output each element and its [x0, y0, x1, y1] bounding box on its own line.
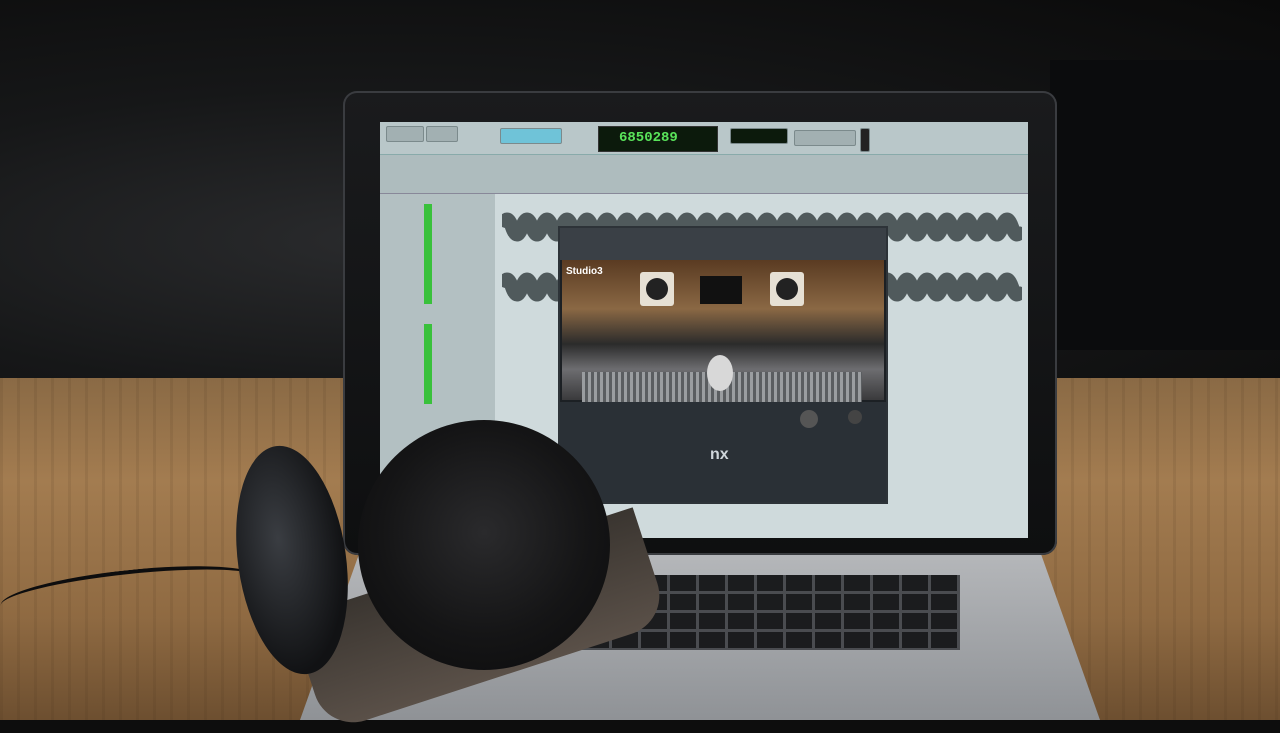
level-knob[interactable]: [800, 410, 818, 428]
daw-toolbar: 6850289: [380, 122, 1028, 155]
edit-mode-button[interactable]: [426, 126, 458, 142]
counter-value: 6850289: [619, 130, 678, 146]
edit-mode-button[interactable]: [386, 126, 424, 142]
main-counter: 6850289: [598, 126, 718, 152]
level-knob[interactable]: [848, 410, 862, 424]
logo-label: nx: [710, 446, 729, 463]
brand-label: Studio3: [566, 266, 603, 277]
headphone-cup-right: [358, 420, 610, 670]
speaker: [770, 272, 804, 306]
plugin-controls: nx: [560, 402, 886, 502]
studio-image: Studio3: [562, 260, 884, 412]
plugin-window: Studio3 nx: [558, 226, 888, 504]
nudge-display: [730, 128, 788, 144]
studio-window: [700, 276, 742, 304]
plugin-header: [560, 228, 886, 260]
meter-green: [424, 324, 432, 404]
meter-green: [424, 204, 432, 304]
head-icon: [707, 355, 733, 391]
background-monitor: [1050, 60, 1280, 350]
transport-buttons[interactable]: [794, 130, 856, 146]
meter: [860, 128, 870, 152]
speaker: [640, 272, 674, 306]
tool-buttons[interactable]: [500, 128, 562, 144]
timeline-ruler: [380, 155, 1028, 194]
